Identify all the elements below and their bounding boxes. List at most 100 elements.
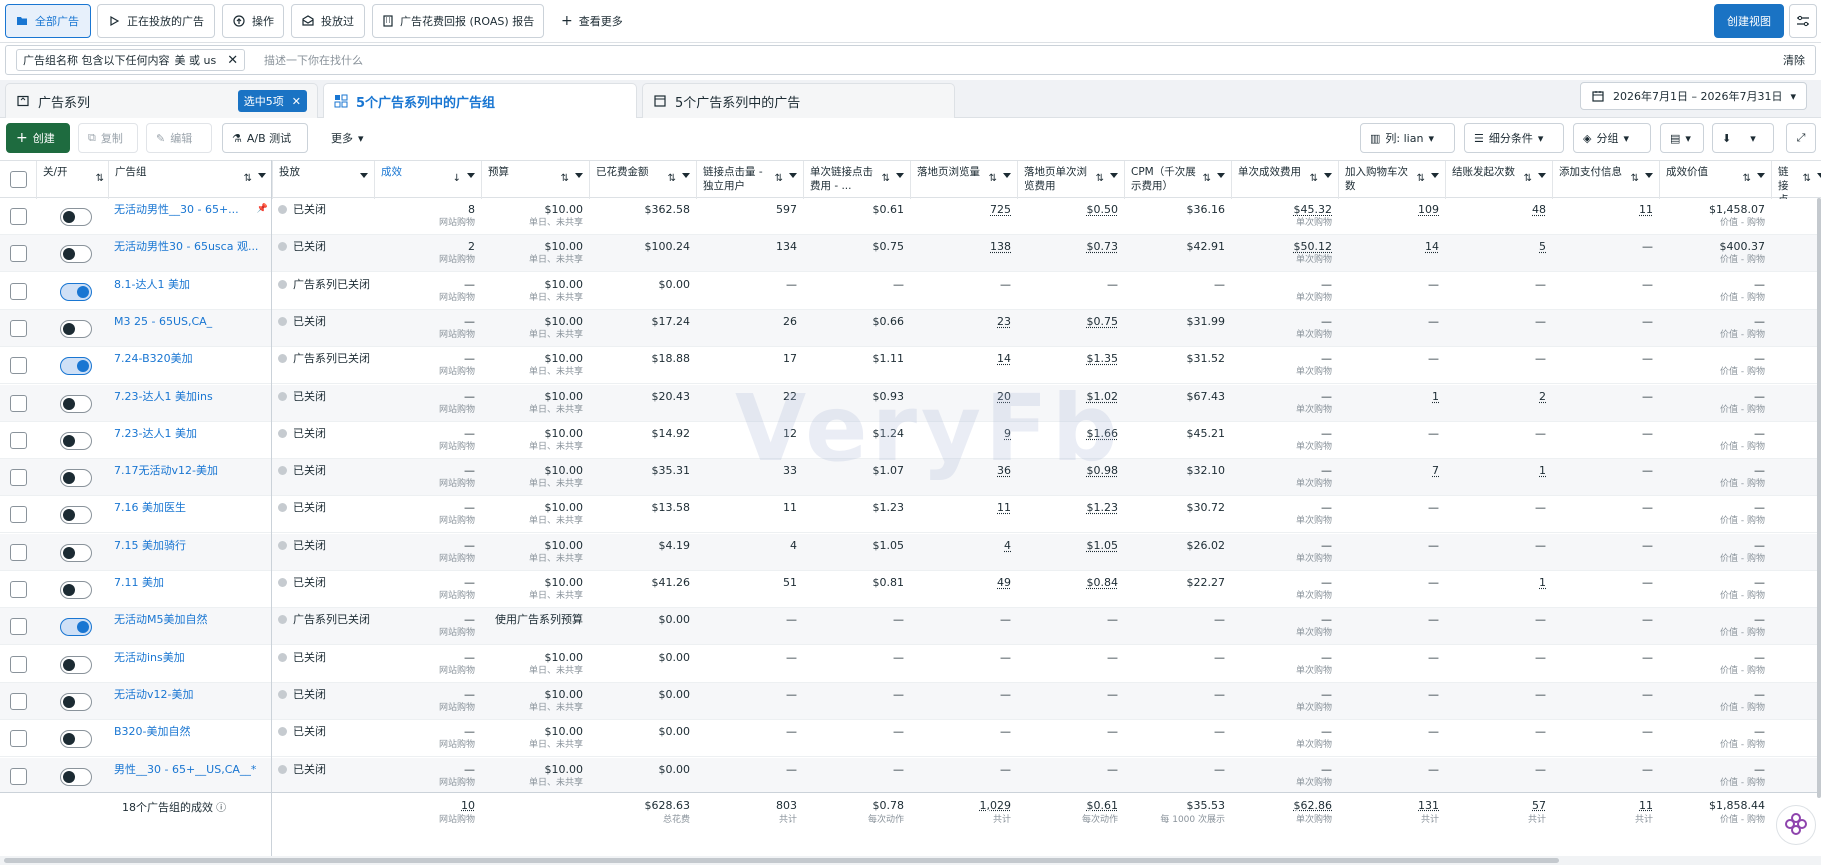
sort-icon[interactable]: ⇅ [775, 172, 783, 186]
table-row[interactable]: 男性__30 - 65+__US,CA__* 已关闭 — 网站购物 $10.00 单日、未… [0, 757, 1821, 795]
column-menu-icon[interactable] [1817, 173, 1821, 178]
filter-bar[interactable]: 广告组名称 包含以下任何内容 美 或 us ✕ 描述一下你在找什么 清除 [5, 45, 1816, 75]
horizontal-scrollbar[interactable] [0, 856, 1821, 865]
delivery-toggle[interactable] [60, 469, 92, 488]
column-header-7[interactable]: 单次链接点击费用 - ... ⇅ [803, 161, 910, 199]
vertical-scrollbar[interactable] [1817, 198, 1821, 798]
adset-name-link[interactable]: 7.24-B320美加 [114, 352, 193, 365]
row-checkbox[interactable] [10, 357, 27, 375]
adset-name-link[interactable]: 无活动M5美加自然 [114, 613, 208, 626]
adset-name-link[interactable]: 无活动v12-美加 [114, 688, 193, 701]
table-row[interactable]: 无活动M5美加自然 广告系列已关闭 — 网站购物 使用广告系列预算 $0.00— — — — — —… [0, 608, 1821, 646]
column-menu-icon[interactable] [1110, 173, 1118, 178]
row-checkbox[interactable] [10, 581, 27, 598]
column-menu-icon[interactable] [1431, 173, 1439, 178]
lpv-value[interactable]: 23 [997, 315, 1011, 328]
delivery-toggle[interactable] [60, 767, 92, 786]
table-row[interactable]: 8.1-达人1 美加 广告系列已关闭 — 网站购物 $10.00 单日、未共享 $0.00—… [0, 273, 1821, 310]
close-icon[interactable]: ✕ [292, 95, 301, 108]
delivery-toggle[interactable] [60, 357, 92, 376]
tab-adsets[interactable]: 5个广告系列中的广告组 [323, 83, 637, 118]
row-checkbox[interactable] [10, 319, 27, 337]
adset-name-link[interactable]: B320-美加自然 [114, 725, 191, 738]
column-menu-icon[interactable] [575, 173, 583, 178]
column-header-16[interactable]: 链接点击 - 独立用户 ⇅ [1771, 161, 1821, 199]
row-checkbox[interactable] [10, 543, 27, 561]
adset-name-link[interactable]: 无活动男性__30 - 65+... [114, 203, 239, 216]
atc-value[interactable]: 1 [1432, 390, 1439, 403]
filter-search-input[interactable]: 描述一下你在找什么 [264, 52, 363, 68]
adset-name-link[interactable]: 7.15 美加骑行 [114, 539, 186, 552]
roas-report-button[interactable]: 广告花费回报 (ROAS) 报告 [372, 4, 544, 38]
column-menu-icon[interactable] [789, 173, 797, 178]
cplpv-value[interactable]: $0.75 [1087, 315, 1119, 328]
delivery-toggle[interactable] [60, 319, 92, 338]
column-menu-icon[interactable] [682, 173, 690, 178]
sort-icon[interactable]: ⇅ [989, 172, 997, 186]
table-row[interactable]: B320-美加自然 已关闭 — 网站购物 $10.00 单日、未共享 $0.00— — — — — —… [0, 720, 1821, 758]
row-checkbox[interactable] [10, 394, 27, 412]
lpv-value[interactable]: 14 [997, 352, 1011, 365]
delivery-toggle[interactable] [60, 730, 92, 749]
sort-icon[interactable]: ⇅ [1743, 172, 1751, 186]
sort-icon[interactable]: ⇅ [882, 172, 890, 186]
column-header-6[interactable]: 链接点击量 - 独立用户 ⇅ [696, 161, 803, 199]
checkout-value[interactable]: 5 [1539, 240, 1546, 253]
sort-icon[interactable]: ⇅ [1803, 172, 1811, 186]
edit-button[interactable]: ✎ 编辑 [146, 123, 212, 153]
cplpv-value[interactable]: $0.73 [1087, 240, 1119, 253]
checkout-value[interactable]: 48 [1532, 203, 1546, 216]
atc-value[interactable]: 109 [1418, 203, 1439, 216]
column-menu-icon[interactable] [1538, 173, 1546, 178]
clear-filter-link[interactable]: 清除 [1783, 52, 1805, 68]
close-icon[interactable]: ✕ [227, 53, 238, 68]
table-row[interactable]: 7.15 美加骑行 已关闭 — 网站购物 $10.00 单日、未共享 $4.19 4 $1.05… [0, 533, 1821, 571]
row-checkbox[interactable] [10, 208, 27, 225]
columns-button[interactable]: ▥ 列: lian ▾ [1360, 123, 1455, 153]
table-row[interactable]: M3 25 - 65US,CA_ 已关闭 — 网站购物 $10.00 单日、未共享 $17.… [0, 309, 1821, 347]
active-ads-button[interactable]: 正在投放的广告 [97, 4, 215, 38]
adset-name-link[interactable]: 8.1-达人1 美加 [114, 278, 190, 291]
delivery-toggle[interactable] [60, 394, 92, 413]
delivery-toggle[interactable] [60, 245, 92, 264]
delivery-toggle[interactable] [60, 506, 92, 525]
column-header-13[interactable]: 结账发起次数 ⇅ [1445, 161, 1552, 199]
more-button[interactable]: 更多 ▾ [322, 123, 372, 153]
sort-icon[interactable]: ⇅ [1310, 172, 1318, 186]
sort-icon[interactable]: ⇅ [244, 172, 252, 186]
table-row[interactable]: 无活动男性30 - 65usca 观... 已关闭 2 网站购物 $10.00 单日、未共… [0, 235, 1821, 273]
cpr-value[interactable]: $45.32 [1294, 203, 1333, 216]
column-header-1[interactable]: 广告组 ⇅ [108, 161, 272, 199]
column-header-4[interactable]: 预算 ⇅ [481, 161, 589, 199]
row-checkbox[interactable] [10, 245, 27, 263]
column-header-9[interactable]: 落地页单次浏览费用 ⇅ [1017, 161, 1124, 199]
adset-name-link[interactable]: 无活动ins美加 [114, 651, 185, 664]
scroll-thumb[interactable] [4, 858, 1559, 863]
sort-icon[interactable]: ⇅ [668, 172, 676, 186]
selected-badge[interactable]: 选中5项 ✕ [237, 90, 307, 112]
date-range-picker[interactable]: 2026年7月1日 – 2026年7月31日 ▾ [1579, 82, 1807, 110]
column-header-12[interactable]: 加入购物车次数 ⇅ [1338, 161, 1445, 199]
adset-name-link[interactable]: 7.23-达人1 美加ins [114, 390, 213, 403]
column-header-0[interactable]: 关/开 ⇅ [36, 161, 108, 199]
sort-icon[interactable]: ↓ [453, 172, 461, 186]
cpr-value[interactable]: $50.12 [1294, 240, 1333, 253]
delivery-toggle[interactable] [60, 208, 92, 226]
column-menu-icon[interactable] [467, 173, 475, 178]
row-checkbox[interactable] [10, 282, 27, 300]
column-header-11[interactable]: 单次成效费用 ⇅ [1231, 161, 1338, 199]
lpv-value[interactable]: 4 [1004, 539, 1011, 552]
payinfo-value[interactable]: 11 [1639, 203, 1653, 216]
table-row[interactable]: 无活动男性__30 - 65+... 📌 已关闭 8 网站购物 $10.00 单日、未共享 $… [0, 198, 1821, 235]
duplicate-button[interactable]: ⧉ 复制 [78, 123, 138, 153]
table-row[interactable]: 7.16 美加医生 已关闭 — 网站购物 $10.00 单日、未共享 $13.58 11 $1.… [0, 496, 1821, 534]
column-menu-icon[interactable] [1757, 173, 1765, 178]
delivery-toggle[interactable] [60, 581, 92, 599]
column-menu-icon[interactable] [1217, 173, 1225, 178]
actions-button[interactable]: 操作 [222, 4, 284, 38]
column-menu-icon[interactable] [360, 173, 368, 178]
delivery-toggle[interactable] [60, 692, 92, 711]
row-checkbox[interactable] [10, 730, 27, 748]
all-ads-button[interactable]: 全部广告 [5, 4, 91, 38]
lpv-value[interactable]: 49 [997, 576, 1011, 589]
